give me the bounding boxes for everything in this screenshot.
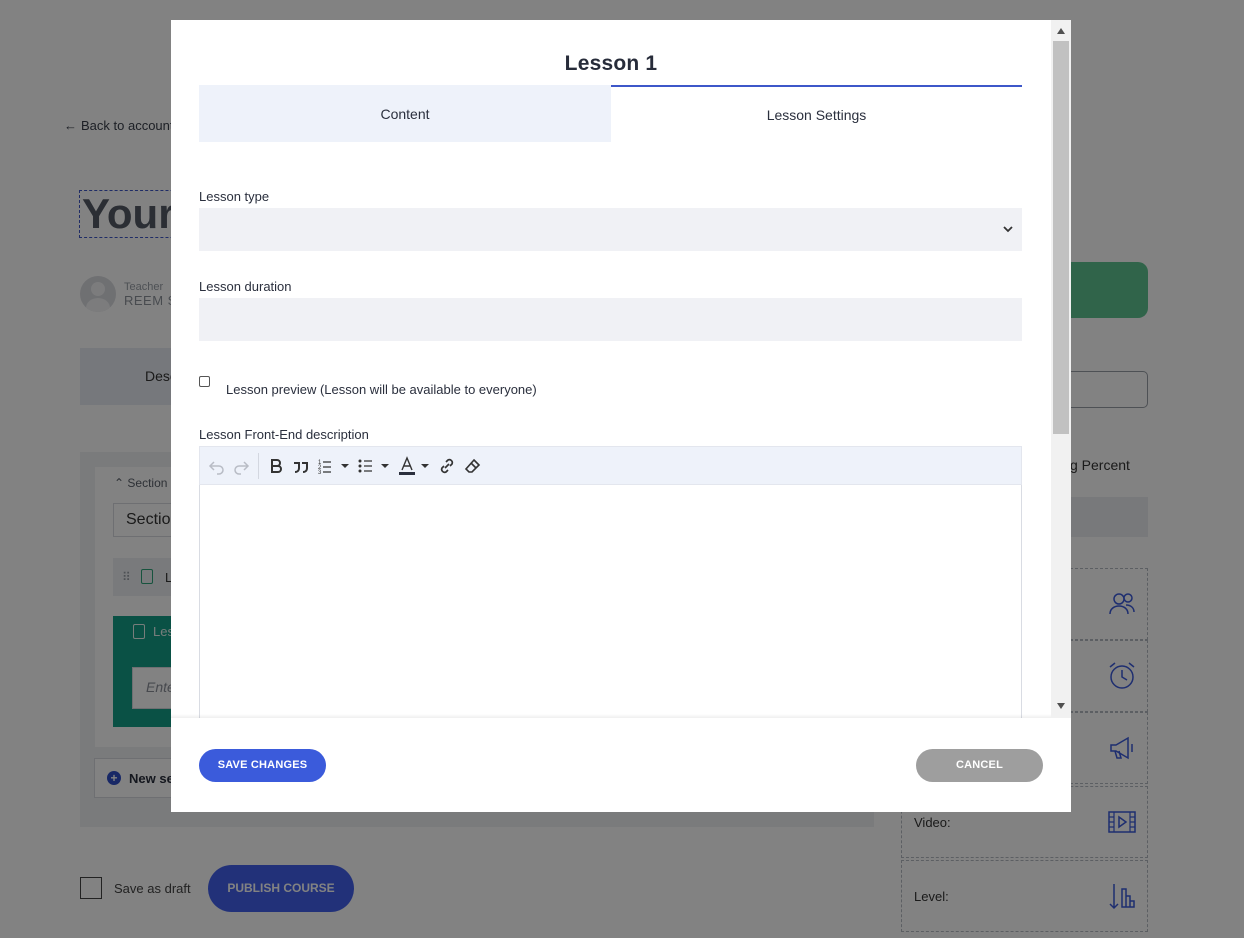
bulleted-list-icon[interactable] [357, 454, 391, 478]
save-changes-button[interactable]: SAVE CHANGES [199, 749, 326, 782]
toolbar-separator [258, 452, 259, 479]
scroll-up-arrow-icon[interactable] [1057, 28, 1065, 34]
text-color-icon[interactable] [397, 454, 431, 478]
bold-icon[interactable] [267, 454, 285, 478]
lesson-duration-input[interactable] [199, 298, 1022, 341]
modal-tabs: Content Lesson Settings [199, 85, 1022, 142]
scroll-down-arrow-icon[interactable] [1057, 703, 1065, 709]
blockquote-icon[interactable] [291, 454, 311, 478]
description-label: Lesson Front-End description [199, 427, 369, 442]
tab-content[interactable]: Content [199, 85, 611, 142]
lesson-preview-checkbox[interactable] [199, 376, 210, 387]
description-editor[interactable] [199, 485, 1022, 725]
lesson-type-select[interactable] [199, 208, 1022, 251]
modal-scrollbar[interactable] [1051, 20, 1071, 718]
undo-icon[interactable] [208, 454, 226, 478]
chevron-down-icon [1002, 222, 1014, 234]
tab-lesson-settings[interactable]: Lesson Settings [611, 85, 1022, 142]
redo-icon[interactable] [232, 454, 250, 478]
cancel-button[interactable]: CANCEL [916, 749, 1043, 782]
lesson-type-label: Lesson type [199, 189, 270, 204]
editor-toolbar: 123 [199, 446, 1022, 485]
scroll-thumb[interactable] [1053, 41, 1069, 434]
lesson-modal: Lesson 1 Content Lesson Settings Lesson … [171, 20, 1071, 812]
eraser-icon[interactable] [463, 454, 483, 478]
numbered-list-icon[interactable]: 123 [317, 454, 351, 478]
svg-text:3: 3 [318, 470, 322, 475]
lesson-duration-label: Lesson duration [199, 279, 292, 294]
lesson-preview-label: Lesson preview (Lesson will be available… [226, 382, 537, 397]
modal-footer: SAVE CHANGES CANCEL [171, 718, 1071, 812]
modal-title: Lesson 1 [564, 52, 658, 75]
lesson-preview-row: Lesson preview (Lesson will be available… [199, 374, 537, 397]
link-icon[interactable] [437, 454, 457, 478]
